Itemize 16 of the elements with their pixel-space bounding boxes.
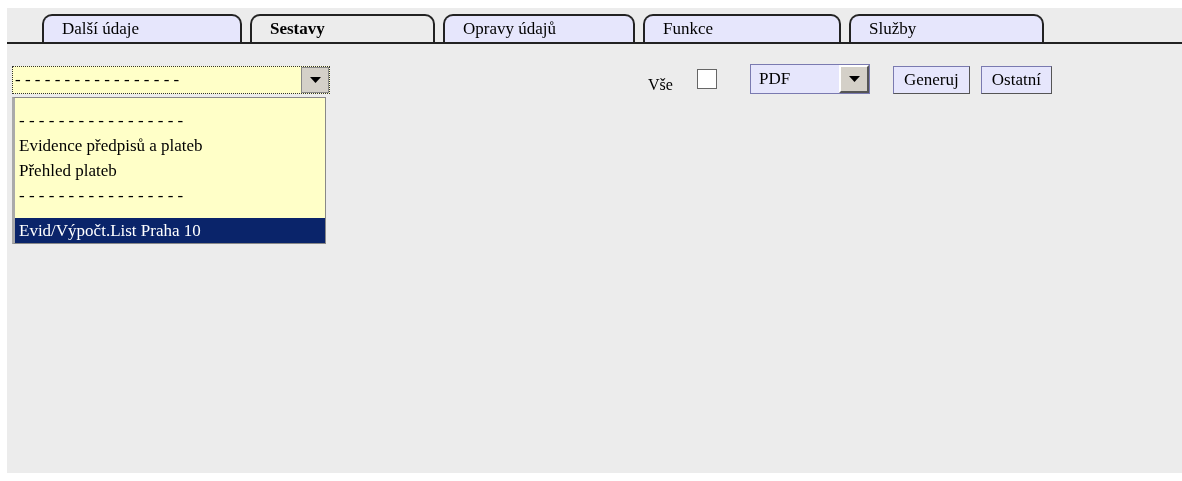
dropdown-option[interactable]: Evidence předpisů a plateb	[15, 133, 325, 158]
tab[interactable]: Další údaje	[42, 14, 242, 42]
dropdown-option[interactable]: - - - - - - - - - - - - - - - - -	[15, 183, 325, 208]
tab[interactable]: Funkce	[643, 14, 841, 42]
action-button[interactable]: Generuj	[893, 66, 970, 94]
dropdown-option[interactable]: Evid/Výpočt.List Praha 10	[15, 218, 325, 243]
tab[interactable]: Sestavy	[250, 14, 435, 42]
all-checkbox[interactable]	[697, 69, 717, 89]
tab[interactable]: Služby	[849, 14, 1044, 42]
format-select[interactable]: PDF	[750, 64, 870, 94]
dropdown-option[interactable]: Přehled plateb	[15, 158, 325, 183]
caret-icon	[848, 76, 860, 82]
all-label: Vše	[648, 75, 673, 95]
dropdown-option[interactable]: - - - - - - - - - - - - - - - - -	[15, 108, 325, 133]
action-button[interactable]: Ostatní	[980, 66, 1052, 94]
tab[interactable]: Opravy údajů	[443, 14, 635, 42]
